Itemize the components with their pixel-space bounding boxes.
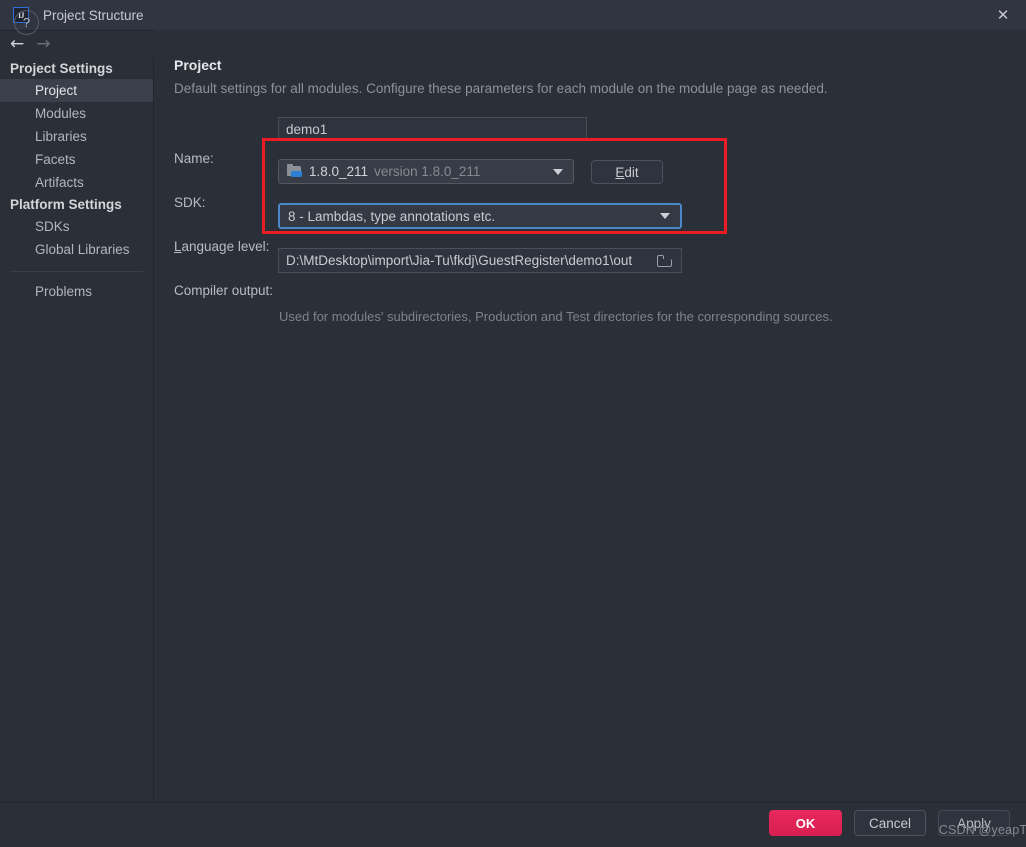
sdk-combo-box[interactable]: 1.8.0_211 version 1.8.0_211 [278, 159, 574, 184]
sidebar-item-artifacts[interactable]: Artifacts [0, 171, 153, 194]
language-level-label-text: anguage level: [181, 239, 270, 254]
compiler-output-input[interactable]: D:\MtDesktop\import\Jia-Tu\fkdj\GuestReg… [278, 248, 682, 273]
sidebar-group-platform-settings: Platform Settings [10, 197, 122, 212]
language-level-label: Language level: [174, 239, 269, 254]
sidebar-item-libraries[interactable]: Libraries [0, 125, 153, 148]
sdk-version-value: version 1.8.0_211 [374, 164, 481, 179]
sidebar-item-problems[interactable]: Problems [0, 280, 153, 303]
apply-button[interactable]: Apply [938, 810, 1010, 836]
close-icon[interactable]: ✕ [980, 0, 1026, 30]
compiler-output-label: Compiler output: [174, 283, 274, 298]
sidebar-item-facets[interactable]: Facets [0, 148, 153, 171]
folder-browse-icon[interactable] [657, 254, 672, 267]
cancel-button[interactable]: Cancel [854, 810, 926, 836]
help-button[interactable]: ? [14, 10, 39, 35]
edit-sdk-button[interactable]: Edit [591, 160, 663, 184]
sidebar-item-modules[interactable]: Modules [0, 102, 153, 125]
language-level-combo-box[interactable]: 8 - Lambdas, type annotations etc. [278, 203, 682, 229]
sidebar-divider [10, 271, 143, 272]
chevron-down-icon [660, 213, 670, 219]
page-description: Default settings for all modules. Config… [174, 81, 828, 96]
chevron-down-icon [553, 168, 563, 175]
sidebar-group-project-settings: Project Settings [10, 61, 113, 76]
sidebar-item-project[interactable]: Project [0, 79, 153, 102]
sidebar-item-global-libraries[interactable]: Global Libraries [0, 238, 153, 261]
name-label: Name: [174, 151, 214, 166]
project-name-input[interactable]: demo1 [278, 117, 587, 141]
settings-sidebar: Project Settings Project Modules Librari… [0, 58, 154, 802]
edit-button-mnemonic: E [615, 164, 625, 180]
sdk-label: SDK: [174, 195, 206, 210]
back-arrow-icon[interactable]: ← [10, 35, 24, 53]
jdk-folder-icon [287, 164, 302, 178]
page-title: Project [174, 57, 222, 73]
language-level-mnemonic: L [174, 239, 182, 254]
edit-button-label: dit [624, 164, 639, 180]
language-level-value: 8 - Lambdas, type annotations etc. [288, 208, 496, 224]
window-titlebar: IJ Project Structure ✕ [0, 0, 1026, 31]
compiler-output-hint: Used for modules' subdirectories, Produc… [279, 309, 833, 324]
sidebar-item-sdks[interactable]: SDKs [0, 215, 153, 238]
project-settings-panel: Project Default settings for all modules… [155, 30, 1026, 802]
sdk-name-value: 1.8.0_211 [309, 164, 369, 179]
forward-arrow-icon[interactable]: → [36, 35, 50, 53]
ok-button[interactable]: OK [769, 810, 842, 836]
window-title: Project Structure [43, 7, 144, 23]
compiler-output-value: D:\MtDesktop\import\Jia-Tu\fkdj\GuestReg… [286, 253, 633, 268]
